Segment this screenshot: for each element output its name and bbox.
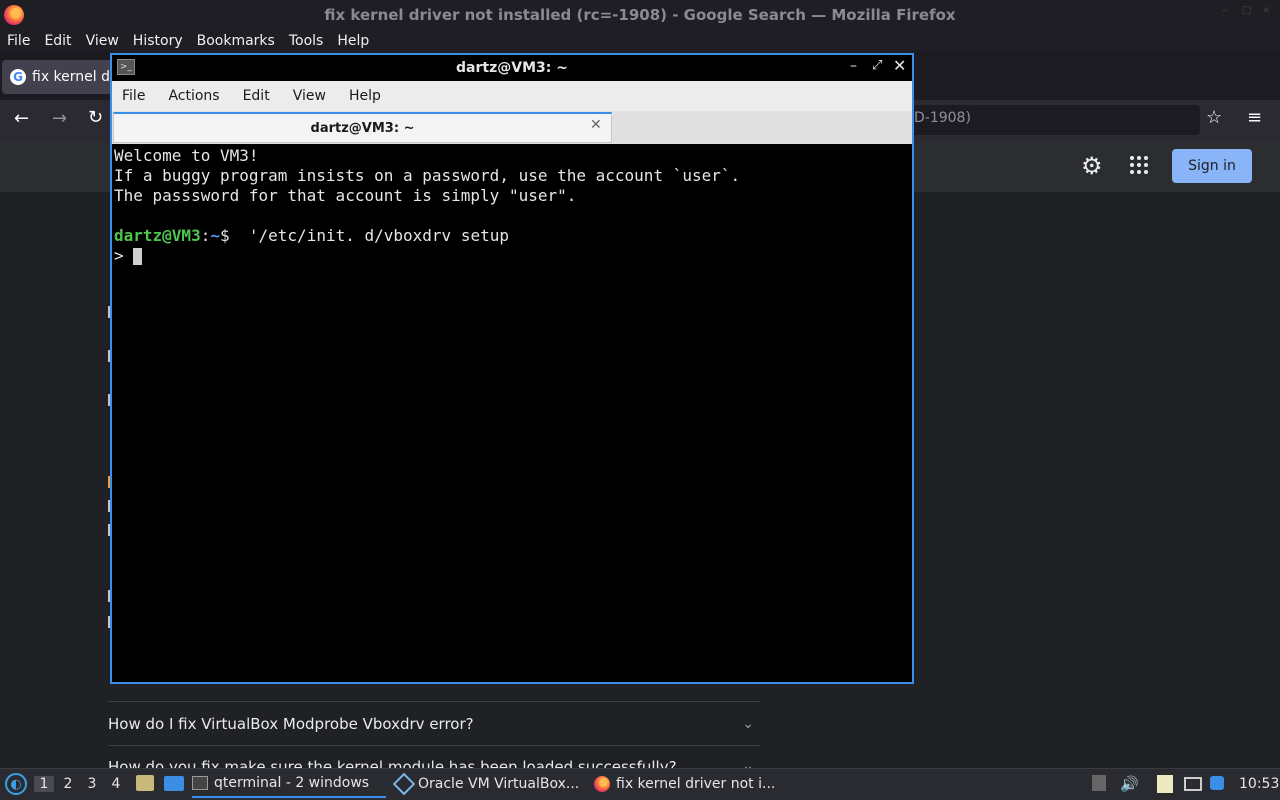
terminal-line: The passsword for that account is simply…: [114, 186, 577, 205]
minimize-icon[interactable]: –: [850, 58, 857, 74]
task-qterminal[interactable]: qterminal - 2 windows: [192, 770, 386, 798]
back-arrow-icon[interactable]: ←: [14, 108, 29, 129]
command-text: '/etc/init. d/vboxdrv setup: [229, 226, 509, 245]
workspace-2[interactable]: 2: [58, 776, 78, 792]
text-cursor: [133, 248, 143, 265]
terminal-output[interactable]: Welcome to VM3! If a buggy program insist…: [113, 145, 911, 681]
prompt-user: dartz@VM3: [114, 226, 201, 245]
clock[interactable]: 10:53: [1239, 776, 1279, 792]
maximize-icon[interactable]: ⤢: [872, 58, 882, 73]
menu-file[interactable]: File: [7, 33, 37, 49]
firefox-icon: [4, 5, 24, 25]
volume-icon[interactable]: 🔊: [1120, 775, 1139, 793]
firefox-menubar: File Edit View History Bookmarks Tools H…: [0, 30, 1280, 52]
people-also-ask-item[interactable]: How do I fix VirtualBox Modprobe Vboxdrv…: [108, 701, 760, 745]
task-label: qterminal - 2 windows: [214, 775, 370, 791]
browser-tab-title: fix kernel dr: [32, 69, 116, 85]
task-label: Oracle VM VirtualBox...: [418, 776, 580, 792]
forward-arrow-icon[interactable]: →: [52, 108, 67, 129]
menu-view[interactable]: View: [86, 33, 126, 49]
clipboard-icon[interactable]: [1157, 775, 1173, 793]
chevron-down-icon: ⌄: [742, 758, 754, 768]
firefox-titlebar: fix kernel driver not installed (rc=-190…: [0, 0, 1280, 30]
task-label: fix kernel driver not i...: [616, 776, 776, 792]
url-text: D-1908): [914, 110, 971, 126]
chevron-down-icon: ⌄: [742, 715, 754, 732]
firefox-icon: [594, 776, 610, 792]
menu-bookmarks[interactable]: Bookmarks: [197, 33, 282, 49]
sign-in-button[interactable]: Sign in: [1172, 149, 1252, 183]
tab-close-icon[interactable]: ✕: [590, 117, 602, 133]
qterminal-titlebar[interactable]: dartz@VM3: ~: [112, 55, 912, 81]
terminal-line: If a buggy program insists on a password…: [114, 166, 741, 185]
close-icon[interactable]: ×: [1262, 6, 1272, 16]
qterminal-menubar: File Actions Edit View Help: [112, 81, 912, 111]
prompt-line: dartz@VM3:~$ '/etc/init. d/vboxdrv setup: [114, 226, 910, 246]
menu-history[interactable]: History: [133, 33, 190, 49]
qt-menu-file[interactable]: File: [122, 88, 145, 104]
bookmark-star-icon[interactable]: ☆: [1206, 107, 1222, 128]
people-also-ask-item[interactable]: How do you fix make sure the kernel modu…: [108, 745, 760, 768]
close-icon[interactable]: ✕: [893, 56, 906, 75]
continuation-prompt: >: [114, 246, 134, 265]
show-desktop-icon[interactable]: [164, 776, 184, 791]
hamburger-menu-icon[interactable]: ≡: [1247, 107, 1262, 128]
menu-help[interactable]: Help: [337, 33, 376, 49]
qt-menu-edit[interactable]: Edit: [243, 88, 270, 104]
firefox-window-title: fix kernel driver not installed (rc=-190…: [324, 6, 956, 24]
qt-menu-view[interactable]: View: [293, 88, 326, 104]
menu-tools[interactable]: Tools: [289, 33, 331, 49]
qt-menu-actions[interactable]: Actions: [168, 88, 219, 104]
continuation-line: >: [114, 246, 910, 266]
minimize-icon[interactable]: –: [1222, 6, 1232, 16]
firefox-window-controls: – □ ×: [1222, 6, 1272, 16]
prompt-symbol: $: [219, 226, 230, 245]
qterminal-title: dartz@VM3: ~: [456, 60, 568, 76]
google-icon: G: [10, 69, 26, 85]
maximize-icon[interactable]: □: [1242, 6, 1252, 16]
terminal-icon: [192, 776, 208, 790]
terminal-tab-title: dartz@VM3: ~: [310, 120, 415, 136]
reload-icon[interactable]: ↻: [88, 107, 103, 128]
workspace-1[interactable]: 1: [34, 776, 54, 792]
prompt-path: ~: [210, 226, 220, 245]
qt-menu-help[interactable]: Help: [349, 88, 381, 104]
prompt-separator: :: [200, 226, 211, 245]
apps-grid-icon[interactable]: [1130, 156, 1148, 174]
virtualbox-icon: [392, 772, 416, 796]
update-notifier-icon[interactable]: [1210, 776, 1224, 790]
terminal-line: Welcome to VM3!: [114, 146, 259, 165]
workspace-3[interactable]: 3: [82, 776, 102, 792]
tray-expand-icon[interactable]: [1092, 775, 1106, 791]
task-firefox[interactable]: fix kernel driver not i...: [594, 770, 784, 798]
gear-icon[interactable]: ⚙: [1081, 152, 1103, 180]
workspace-4[interactable]: 4: [106, 776, 126, 792]
menu-edit[interactable]: Edit: [44, 33, 78, 49]
network-icon[interactable]: [1184, 777, 1202, 791]
task-virtualbox[interactable]: Oracle VM VirtualBox...: [392, 770, 586, 798]
question-text: How do I fix VirtualBox Modprobe Vboxdrv…: [108, 714, 474, 733]
file-manager-icon[interactable]: [136, 775, 154, 791]
question-text: How do you fix make sure the kernel modu…: [108, 758, 677, 768]
terminal-icon: >_: [117, 59, 135, 75]
app-launcher-icon[interactable]: ◐: [5, 773, 27, 795]
terminal-tab[interactable]: dartz@VM3: ~: [113, 112, 612, 143]
